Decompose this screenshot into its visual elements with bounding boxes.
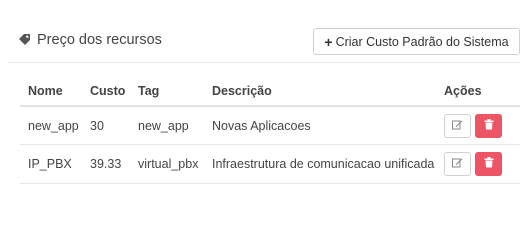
trash-icon bbox=[484, 157, 494, 171]
column-header-cost: Custo bbox=[90, 77, 138, 107]
panel-header: Preço dos recursos + Criar Custo Padrão … bbox=[0, 0, 522, 62]
edit-button[interactable] bbox=[444, 152, 471, 176]
cell-cost: 39.33 bbox=[90, 144, 138, 184]
cell-name: new_app bbox=[20, 106, 90, 145]
cell-description: Infraestrutura de comunicacao unificada bbox=[212, 144, 444, 184]
create-default-cost-button[interactable]: + Criar Custo Padrão do Sistema bbox=[313, 28, 520, 55]
edit-icon bbox=[452, 119, 463, 133]
cell-description: Novas Aplicacoes bbox=[212, 106, 444, 145]
delete-button[interactable] bbox=[475, 152, 502, 176]
cell-name: IP_PBX bbox=[20, 144, 90, 184]
cell-tag: new_app bbox=[138, 106, 212, 145]
trash-icon bbox=[484, 118, 494, 133]
cell-actions bbox=[444, 144, 520, 184]
column-header-name: Nome bbox=[20, 77, 90, 107]
table-header-row: Nome Custo Tag Descrição Ações bbox=[20, 77, 520, 107]
resource-price-table: Nome Custo Tag Descrição Ações new_app 3… bbox=[20, 77, 520, 184]
edit-button[interactable] bbox=[444, 113, 471, 138]
panel-title-text: Preço dos recursos bbox=[37, 32, 162, 48]
table-row: new_app 30 new_app Novas Aplicacoes bbox=[20, 106, 520, 145]
create-default-cost-label: Criar Custo Padrão do Sistema bbox=[335, 34, 509, 49]
delete-button[interactable] bbox=[475, 113, 502, 138]
cell-cost: 30 bbox=[90, 106, 138, 145]
edit-icon bbox=[452, 157, 463, 171]
column-header-tag: Tag bbox=[138, 77, 212, 107]
resource-price-panel: Preço dos recursos + Criar Custo Padrão … bbox=[0, 0, 522, 241]
tag-icon bbox=[18, 33, 32, 47]
column-header-actions: Ações bbox=[444, 77, 520, 107]
panel-title: Preço dos recursos bbox=[18, 32, 162, 48]
plus-icon: + bbox=[324, 33, 333, 50]
column-header-description: Descrição bbox=[212, 77, 444, 107]
cell-tag: virtual_pbx bbox=[138, 144, 212, 184]
cell-actions bbox=[444, 106, 520, 145]
table-row: IP_PBX 39.33 virtual_pbx Infraestrutura … bbox=[20, 144, 520, 184]
header-divider bbox=[8, 62, 520, 63]
